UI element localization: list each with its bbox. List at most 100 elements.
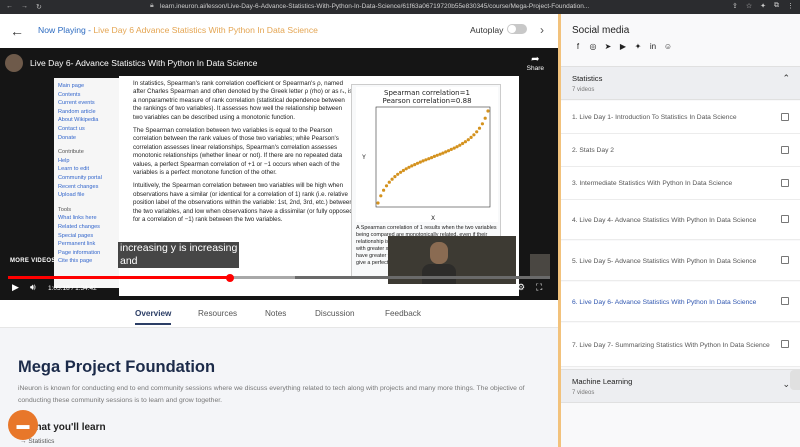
now-playing-label: Now Playing - bbox=[38, 25, 94, 35]
wiki-link[interactable]: Current events bbox=[58, 99, 119, 108]
video-player[interactable]: Live Day 6- Advance Statistics With Pyth… bbox=[0, 48, 558, 300]
telegram-icon[interactable]: ➤ bbox=[603, 42, 613, 52]
menu-icon[interactable]: ⋮ bbox=[787, 2, 794, 10]
share-icon[interactable]: ⇪ bbox=[732, 2, 738, 10]
wiki-link[interactable]: Page information bbox=[58, 249, 119, 258]
sidebar-scroll-handle[interactable] bbox=[790, 370, 800, 390]
lesson-checkbox[interactable] bbox=[781, 340, 789, 348]
wiki-link[interactable]: What links here bbox=[58, 214, 119, 223]
video-title[interactable]: Live Day 6- Advance Statistics With Pyth… bbox=[30, 58, 257, 68]
scatter-point bbox=[472, 133, 476, 137]
lesson-item-6[interactable]: 6. Live Day 6- Advance Statistics With P… bbox=[561, 282, 800, 322]
progress-scrubber[interactable] bbox=[226, 273, 235, 282]
more-videos-label[interactable]: MORE VIDEOS bbox=[10, 258, 56, 264]
captions-icon[interactable]: CC bbox=[498, 284, 509, 292]
puzzle-icon[interactable]: ⧉ bbox=[774, 2, 779, 10]
chevron-down-icon[interactable]: ⌄ bbox=[782, 379, 790, 390]
section-machine-learning[interactable]: Machine Learning 7 videos ⌄ bbox=[561, 369, 800, 403]
youtube-icon[interactable]: ▶ bbox=[618, 42, 628, 52]
scatter-point bbox=[390, 177, 394, 181]
wiki-link[interactable]: Special pages bbox=[58, 232, 119, 241]
wiki-link[interactable]: Help bbox=[58, 157, 119, 166]
section-name: Machine Learning bbox=[572, 377, 633, 386]
chevron-up-icon[interactable]: ⌃ bbox=[782, 73, 790, 84]
video-progress-bar[interactable] bbox=[8, 273, 550, 282]
learn-item-label: Statistics bbox=[28, 438, 55, 445]
section-statistics[interactable]: Statistics 7 videos ⌃ bbox=[561, 66, 800, 100]
browser-reload-icon[interactable]: ↻ bbox=[36, 3, 42, 11]
lesson-item-1[interactable]: 1. Live Day 1- Introduction To Statistic… bbox=[561, 101, 800, 134]
scatter-point bbox=[441, 151, 445, 155]
twitter-icon[interactable]: ✦ bbox=[633, 42, 643, 52]
play-icon[interactable]: ▶ bbox=[12, 282, 19, 293]
back-arrow-icon[interactable]: ← bbox=[10, 23, 24, 39]
caption-line-2: and bbox=[120, 255, 138, 267]
extensions-icon[interactable]: ✦ bbox=[760, 2, 766, 10]
wiki-link[interactable]: Community portal bbox=[58, 174, 119, 183]
lesson-title: 1. Live Day 1- Introduction To Statistic… bbox=[572, 114, 737, 121]
share-button[interactable]: ➦ Share bbox=[527, 54, 544, 72]
chat-button[interactable]: ▬ bbox=[8, 410, 38, 440]
wiki-paragraph-3: Intuitively, the Spearman correlation be… bbox=[133, 182, 353, 224]
fullscreen-icon[interactable]: ⛶ bbox=[536, 282, 542, 293]
lesson-checkbox[interactable] bbox=[781, 256, 789, 264]
browser-forward-icon[interactable]: → bbox=[21, 3, 28, 11]
wiki-link[interactable]: About Wikipedia bbox=[58, 116, 119, 125]
linkedin-icon[interactable]: in bbox=[648, 42, 658, 52]
tab-notes[interactable]: Notes bbox=[265, 309, 286, 318]
tab-overview[interactable]: Overview bbox=[135, 309, 172, 325]
tab-discussion[interactable]: Discussion bbox=[315, 309, 355, 318]
lesson-checkbox[interactable] bbox=[781, 146, 789, 154]
facebook-icon[interactable]: f bbox=[573, 42, 583, 52]
plot-ylabel: Y bbox=[361, 154, 366, 161]
star-icon[interactable]: ☆ bbox=[746, 2, 752, 10]
scatter-point bbox=[404, 167, 408, 171]
lesson-checkbox[interactable] bbox=[781, 113, 789, 121]
lesson-checkbox[interactable] bbox=[781, 179, 789, 187]
scatter-point bbox=[427, 157, 431, 161]
lesson-item-5[interactable]: 5. Live Day 5- Advance Statistics With P… bbox=[561, 241, 800, 281]
wiki-contribute-title: Contribute bbox=[58, 149, 84, 156]
wiki-link[interactable]: Donate bbox=[58, 134, 119, 143]
chevron-right-icon[interactable]: › bbox=[540, 23, 544, 37]
lesson-checkbox[interactable] bbox=[781, 215, 789, 223]
lock-icon: 🔒︎ bbox=[150, 2, 154, 9]
scatter-point bbox=[407, 165, 411, 169]
scatter-point bbox=[458, 143, 462, 147]
lesson-item-7[interactable]: 7. Live Day 7- Summarizing Statistics Wi… bbox=[561, 323, 800, 367]
wiki-link[interactable]: Related changes bbox=[58, 223, 119, 232]
settings-gear-icon[interactable]: ⚙ bbox=[517, 282, 525, 293]
instagram-icon[interactable]: ◎ bbox=[588, 42, 598, 52]
lesson-item-4[interactable]: 4. Live Day 4- Advance Statistics With P… bbox=[561, 200, 800, 240]
address-bar[interactable]: learn.ineuron.ai/lesson/Live-Day-6-Advan… bbox=[160, 2, 600, 12]
volume-icon[interactable]: 🔊︎ bbox=[30, 282, 36, 293]
wiki-link[interactable]: Recent changes bbox=[58, 183, 119, 192]
presenter-thumbnail bbox=[530, 254, 550, 276]
scatter-point bbox=[382, 188, 386, 192]
wiki-link[interactable]: Contents bbox=[58, 91, 119, 100]
wiki-link[interactable]: Contact us bbox=[58, 125, 119, 134]
scatter-point bbox=[401, 168, 405, 173]
tab-feedback[interactable]: Feedback bbox=[385, 309, 421, 318]
channel-avatar[interactable] bbox=[5, 54, 23, 72]
wiki-link[interactable]: Learn to edit bbox=[58, 165, 119, 174]
wiki-link[interactable]: Main page bbox=[58, 82, 119, 91]
scatter-point bbox=[444, 150, 448, 154]
lesson-checkbox[interactable] bbox=[781, 297, 789, 305]
wiki-link[interactable]: Upload file bbox=[58, 191, 119, 200]
lesson-item-3[interactable]: 3. Intermediate Statistics With Python I… bbox=[561, 167, 800, 200]
autoplay-toggle[interactable] bbox=[507, 24, 527, 34]
tab-resources[interactable]: Resources bbox=[198, 309, 237, 318]
social-icons: f ◎ ➤ ▶ ✦ in ☺ bbox=[573, 42, 673, 52]
wiki-link[interactable]: Random article bbox=[58, 108, 119, 117]
lesson-title: 2. Stats Day 2 bbox=[572, 147, 615, 154]
wiki-link[interactable]: Cite this page bbox=[58, 257, 119, 266]
browser-back-icon[interactable]: ← bbox=[6, 3, 13, 11]
scatter-point bbox=[432, 154, 436, 158]
scatter-point bbox=[418, 160, 422, 164]
wiki-link[interactable]: Permanent link bbox=[58, 240, 119, 249]
scatter-points bbox=[376, 109, 490, 205]
autoplay-label: Autoplay bbox=[470, 25, 504, 35]
discord-icon[interactable]: ☺ bbox=[663, 42, 673, 52]
lesson-item-2[interactable]: 2. Stats Day 2 bbox=[561, 134, 800, 167]
